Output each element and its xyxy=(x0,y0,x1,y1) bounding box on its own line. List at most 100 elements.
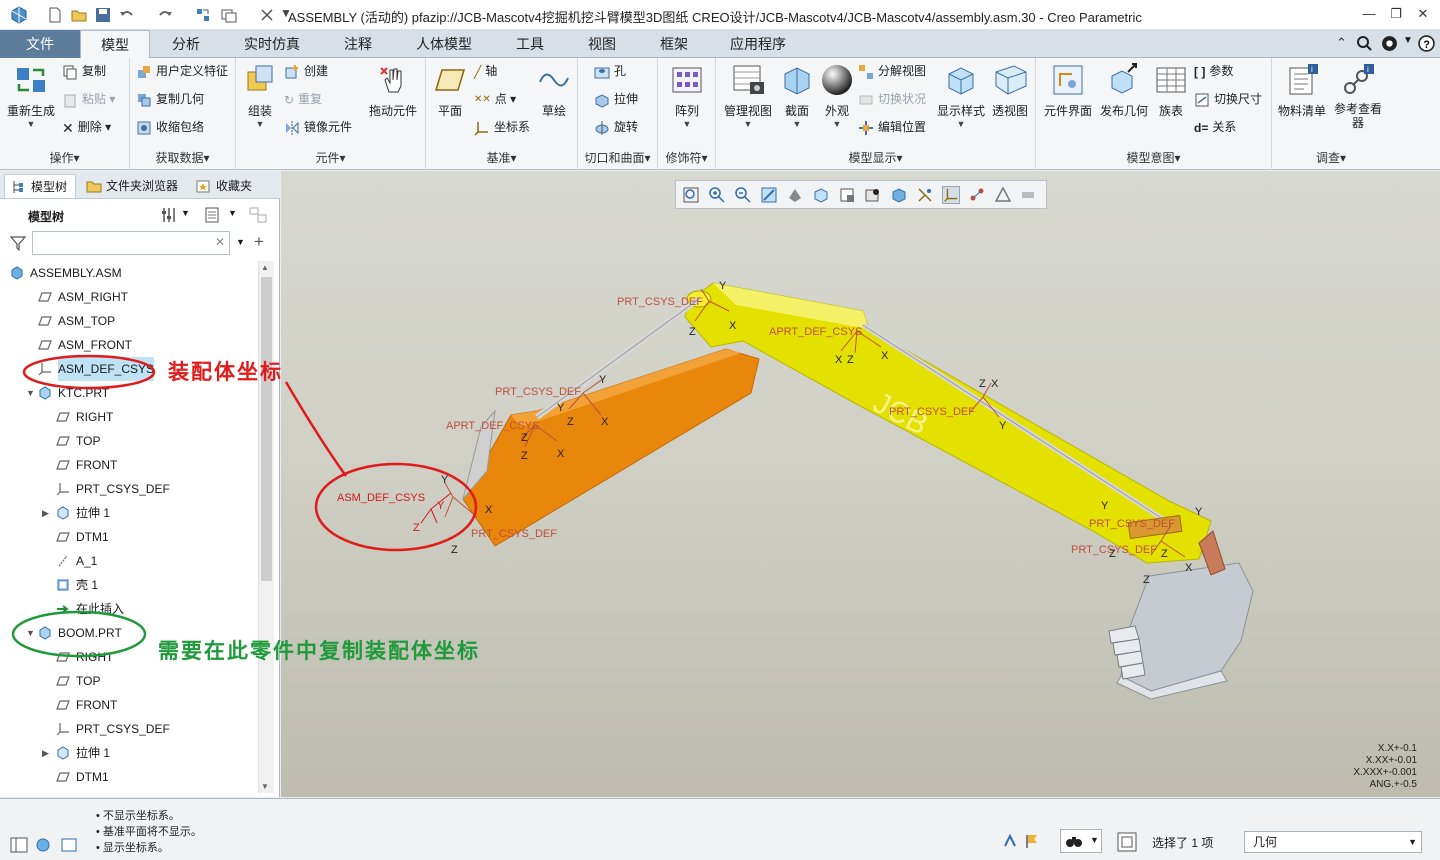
tree-scrollbar[interactable]: ▲ ▼ xyxy=(258,261,274,793)
annotation-display-icon[interactable] xyxy=(968,186,986,204)
more-view-tools-icon[interactable] xyxy=(1020,186,1038,204)
scroll-down-icon[interactable]: ▼ xyxy=(261,782,269,791)
user-defined-feature-button[interactable]: 用户定义特征 xyxy=(136,62,228,82)
refit-icon[interactable] xyxy=(682,186,700,204)
toggle-status-button[interactable]: 切换状况 xyxy=(858,90,926,110)
tab-tools[interactable]: 工具 xyxy=(494,30,566,58)
minimize-button[interactable]: — xyxy=(1358,4,1380,24)
tab-file[interactable]: 文件 xyxy=(0,30,80,58)
tree-settings-dropdown-icon[interactable]: ▼ xyxy=(181,208,190,218)
tree-item-dtm1[interactable]: DTM1 xyxy=(0,765,258,789)
datum-display-filter-icon[interactable] xyxy=(916,186,934,204)
tree-item-prt-csys-def[interactable]: PRT_CSYS_DEF xyxy=(0,477,258,501)
appearance-button[interactable]: 外观 ▼ xyxy=(818,62,856,129)
copy-geometry-button[interactable]: 复制几何 xyxy=(136,90,204,110)
tab-folder-browser[interactable]: 文件夹浏览器 xyxy=(80,174,184,198)
parameters-button[interactable]: [ ] 参数 xyxy=(1194,62,1233,82)
point-button[interactable]: ✕✕ 点 ▾ xyxy=(474,90,516,110)
help-icon[interactable]: ? xyxy=(1418,35,1435,52)
tree-item-prt-csys-def[interactable]: PRT_CSYS_DEF xyxy=(0,717,258,741)
appearance-gallery-icon[interactable] xyxy=(864,186,882,204)
tree-item-a-1[interactable]: A_1 xyxy=(0,549,258,573)
csys-button[interactable]: 坐标系 xyxy=(474,118,530,138)
section-button[interactable]: 截面 ▼ xyxy=(778,62,816,129)
group-label-modifiers[interactable]: 修饰符▾ xyxy=(658,149,715,166)
tree-item-dtm1[interactable]: DTM1 xyxy=(0,525,258,549)
family-table-button[interactable]: 族表 xyxy=(1152,62,1190,119)
close-button[interactable]: ✕ xyxy=(1412,4,1434,24)
regenerate-button[interactable]: 重新生成 ▼ xyxy=(2,62,60,129)
expand-icon[interactable]: ▶ xyxy=(42,501,52,525)
group-label-operations[interactable]: 操作▾ xyxy=(0,149,129,166)
tab-favorites[interactable]: 收藏夹 xyxy=(190,174,260,198)
tree-item-assembly-asm[interactable]: ASSEMBLY.ASM xyxy=(0,261,258,285)
selection-filter-icon[interactable] xyxy=(1116,831,1138,853)
tab-annotate[interactable]: 注释 xyxy=(322,30,394,58)
spin-center-icon[interactable] xyxy=(994,186,1012,204)
collapse-icon[interactable]: ▼ xyxy=(26,621,36,645)
publish-geometry-button[interactable]: 发布几何 xyxy=(1096,62,1152,119)
filter-funnel-icon[interactable] xyxy=(10,235,26,251)
add-filter-icon[interactable]: + xyxy=(254,232,264,252)
filter-dropdown-icon[interactable]: ▼ xyxy=(236,237,245,247)
view-manager-icon[interactable] xyxy=(838,186,856,204)
regen-status-icon[interactable] xyxy=(1002,833,1018,849)
tree-settings-icon[interactable] xyxy=(160,206,178,224)
pattern-button[interactable]: 阵列 ▼ xyxy=(666,62,708,129)
selection-filter-dropdown[interactable]: 几何 ▼ xyxy=(1244,831,1422,853)
dipper-arm[interactable] xyxy=(462,348,760,547)
clear-filter-icon[interactable]: ✕ xyxy=(215,235,225,249)
tree-item-asm-top[interactable]: ASM_TOP xyxy=(0,309,258,333)
tab-framework[interactable]: 框架 xyxy=(638,30,710,58)
copy-button[interactable]: 复制 xyxy=(62,62,106,82)
perspective-button[interactable]: 透视图 xyxy=(988,62,1032,119)
tree-search-input[interactable] xyxy=(32,231,230,255)
fullscreen-toggle-icon[interactable] xyxy=(60,837,78,853)
scroll-up-icon[interactable]: ▲ xyxy=(261,263,269,272)
hole-button[interactable]: 孔 xyxy=(594,62,626,82)
display-style-view-icon[interactable] xyxy=(786,186,804,204)
tree-item-front[interactable]: FRONT xyxy=(0,453,258,477)
tree-item-asm-right[interactable]: ASM_RIGHT xyxy=(0,285,258,309)
show-dropdown-icon[interactable]: ▼ xyxy=(228,208,237,218)
tree-item-right[interactable]: RIGHT xyxy=(0,405,258,429)
tree-item-top[interactable]: TOP xyxy=(0,429,258,453)
tree-item-1[interactable]: ▶ 拉伸 1 xyxy=(0,741,258,765)
shrinkwrap-button[interactable]: 收缩包络 xyxy=(136,118,204,138)
tab-model-tree[interactable]: 模型树 xyxy=(4,174,76,198)
find-button[interactable]: ▼ xyxy=(1060,829,1102,853)
manage-views-button[interactable]: 管理视图 ▼ xyxy=(720,62,776,129)
tab-model[interactable]: 模型 xyxy=(80,30,150,59)
relations-button[interactable]: d= 关系 xyxy=(1194,118,1236,138)
group-label-model-intent[interactable]: 模型意图▾ xyxy=(1036,149,1271,166)
repaint-icon[interactable] xyxy=(760,186,778,204)
assemble-button[interactable]: 组装 ▼ xyxy=(240,62,280,129)
saved-orientations-icon[interactable] xyxy=(812,186,830,204)
tab-manikin[interactable]: 人体模型 xyxy=(394,30,494,58)
zoom-out-icon[interactable] xyxy=(734,186,752,204)
regenerate-quick-icon[interactable] xyxy=(194,6,212,24)
redo-icon[interactable] xyxy=(156,6,174,24)
tree-item-asm-front[interactable]: ASM_FRONT xyxy=(0,333,258,357)
tree-filter-settings-icon[interactable] xyxy=(248,206,268,224)
bill-of-materials-button[interactable]: i 物料清单 xyxy=(1276,62,1328,119)
display-style-button[interactable]: 显示样式 ▼ xyxy=(934,62,988,129)
repeat-button[interactable]: ↻ 重复 xyxy=(284,90,322,110)
group-label-datum[interactable]: 基准▾ xyxy=(426,149,577,166)
tab-analysis[interactable]: 分析 xyxy=(150,30,222,58)
axis-button[interactable]: ╱ 轴 xyxy=(474,62,497,82)
scrollbar-thumb[interactable] xyxy=(261,277,272,581)
close-window-icon[interactable] xyxy=(258,6,276,24)
exploded-view-button[interactable]: 分解视图 xyxy=(858,62,926,82)
delete-button[interactable]: ✕ 删除 ▾ xyxy=(62,118,111,138)
collapse-icon[interactable]: ▼ xyxy=(26,381,36,405)
undo-icon[interactable] xyxy=(118,6,136,24)
windows-icon[interactable] xyxy=(220,6,238,24)
flag-icon[interactable] xyxy=(1024,833,1040,849)
create-component-button[interactable]: 创建 xyxy=(284,62,328,82)
group-label-get-data[interactable]: 获取数据▾ xyxy=(130,149,235,166)
collapse-ribbon-icon[interactable]: ⌃ xyxy=(1336,35,1347,51)
graphics-viewport[interactable]: JCB PRT_CSYS_DEF APRT_DEF_CSYS PRT_CSYS_… xyxy=(281,171,1440,797)
zoom-in-icon[interactable] xyxy=(708,186,726,204)
search-icon[interactable] xyxy=(1356,35,1372,51)
